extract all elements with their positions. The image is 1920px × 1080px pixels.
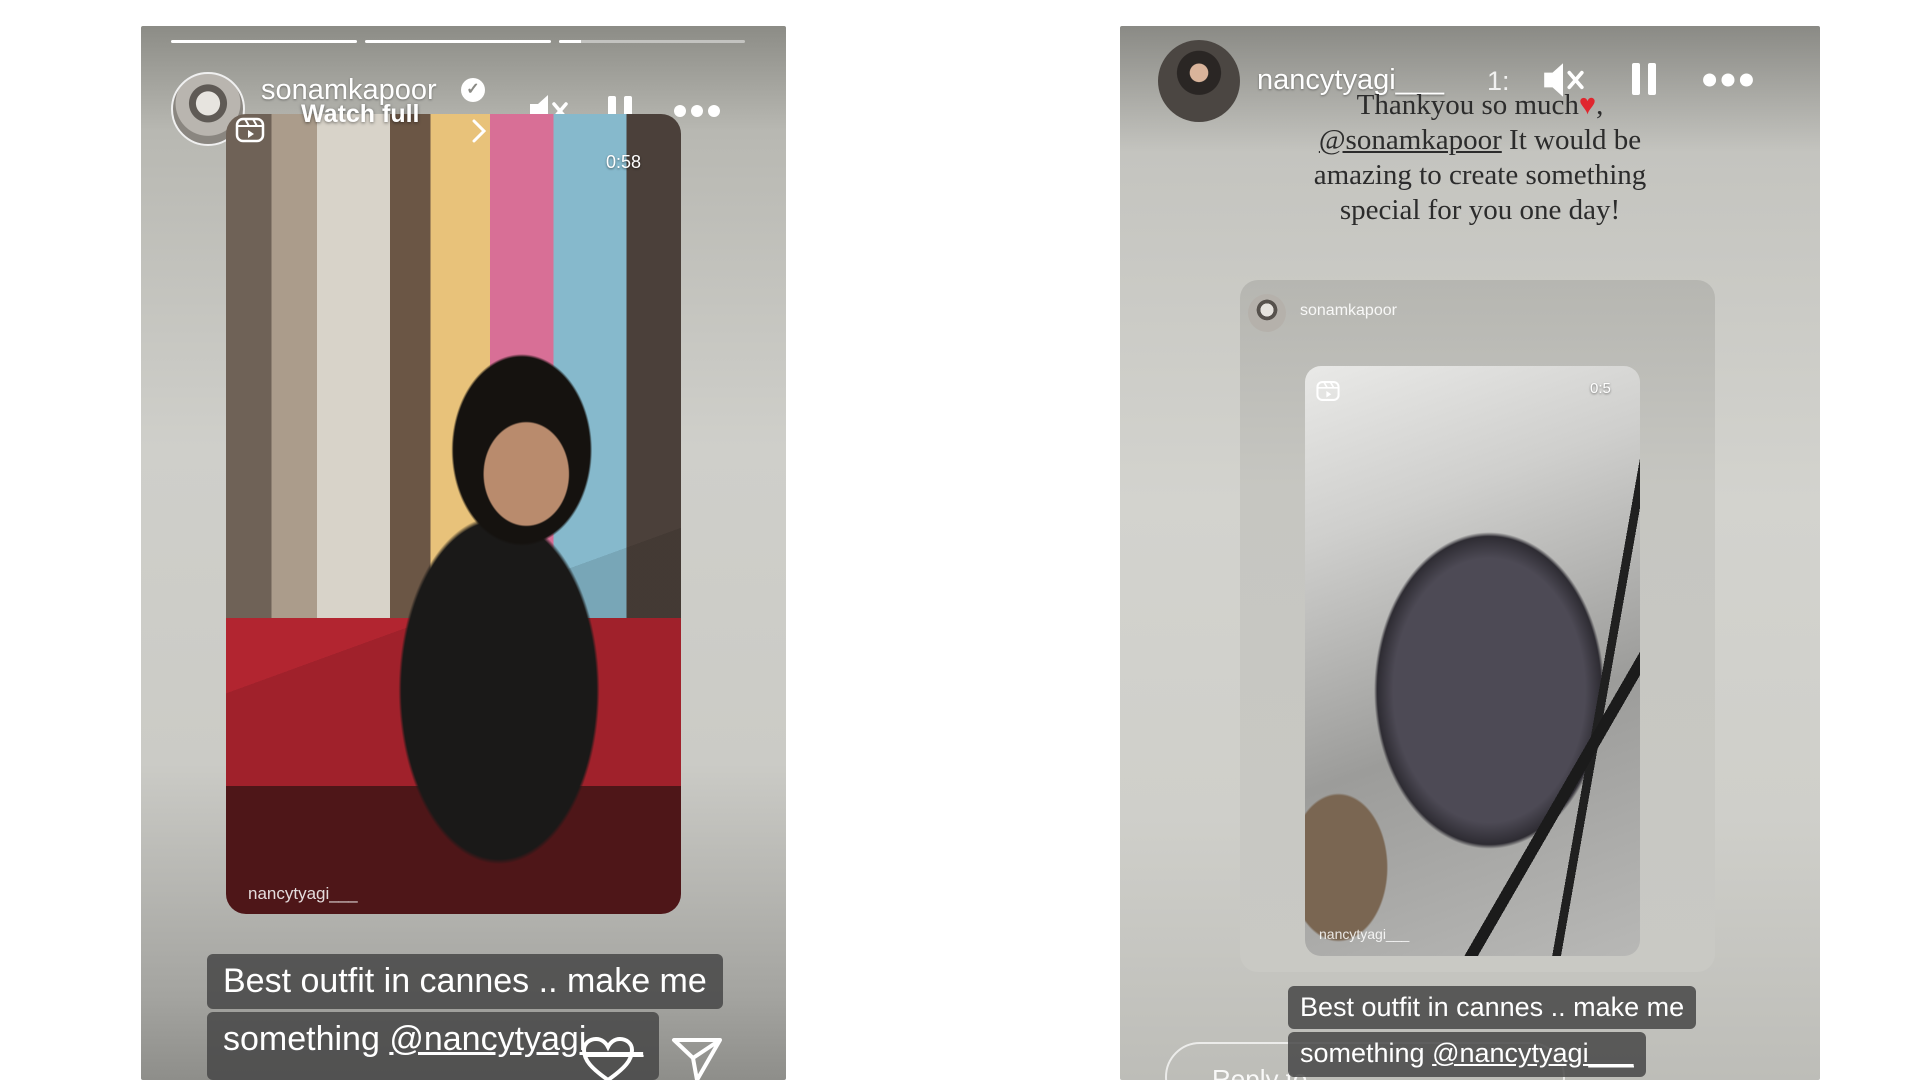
progress-fill	[365, 40, 551, 43]
more-icon[interactable]	[673, 104, 721, 118]
progress-segment	[559, 40, 745, 43]
video-watermark: nancytyagi___	[248, 884, 358, 903]
caption-text: something	[1300, 1038, 1433, 1068]
watch-full-link[interactable]: Watch full	[301, 100, 420, 129]
caption-text: Best outfit in cannes .. make me	[223, 962, 707, 1000]
video-duration: 0:58	[606, 152, 642, 172]
progress-fill	[559, 40, 582, 43]
heart-emoji-icon: ♥	[1578, 89, 1597, 121]
caption-line-1: Best outfit in cannes .. make me	[207, 954, 723, 1009]
shared-watermark: nancytyagi___	[1319, 926, 1410, 942]
send-icon[interactable]	[671, 1036, 723, 1080]
reel-icon	[234, 114, 266, 151]
story-quote-text: Thankyou so much♥, @sonamkapoor It would…	[1270, 88, 1690, 228]
story-right: nancytyagi___ 1: Thankyou so much♥, @son…	[1120, 26, 1820, 1080]
progress-fill	[171, 40, 357, 43]
shared-duration: 0:5	[1590, 380, 1611, 397]
avatar[interactable]	[1158, 40, 1240, 122]
progress-segment	[365, 40, 551, 43]
caption-text: something	[223, 1020, 390, 1058]
reel-icon	[1315, 378, 1341, 409]
shared-avatar	[1248, 294, 1286, 332]
heart-icon[interactable]	[581, 1036, 635, 1080]
shared-username: sonamkapoor	[1300, 302, 1397, 319]
quote-text: ,	[1596, 89, 1604, 121]
chevron-right-icon[interactable]	[471, 118, 487, 144]
caption-line-2: something @nancytyagi___	[1288, 1032, 1646, 1077]
story-video[interactable]: 0:58 nancytyagi___	[226, 114, 681, 914]
progress-segment	[171, 40, 357, 43]
caption-line-1: Best outfit in cannes .. make me	[1288, 986, 1697, 1029]
story-progress	[171, 40, 745, 43]
shared-story-card[interactable]: sonamkapoor 0:5 nancytyagi___	[1240, 280, 1715, 972]
quote-mention[interactable]: @sonamkapoor	[1319, 124, 1502, 156]
quote-text: Thankyou so much	[1356, 89, 1579, 121]
more-icon[interactable]	[1702, 72, 1754, 88]
shared-video[interactable]: 0:5 nancytyagi___	[1305, 366, 1640, 956]
verified-badge-icon: ✓	[461, 78, 485, 102]
caption-mention[interactable]: @nancytyagi___	[1432, 1038, 1634, 1068]
caption-text: Best outfit in cannes .. make me	[1300, 992, 1685, 1022]
story-left: sonamkapoor ✓ 0:58 nancytyagi___ Watch f…	[141, 26, 786, 1080]
